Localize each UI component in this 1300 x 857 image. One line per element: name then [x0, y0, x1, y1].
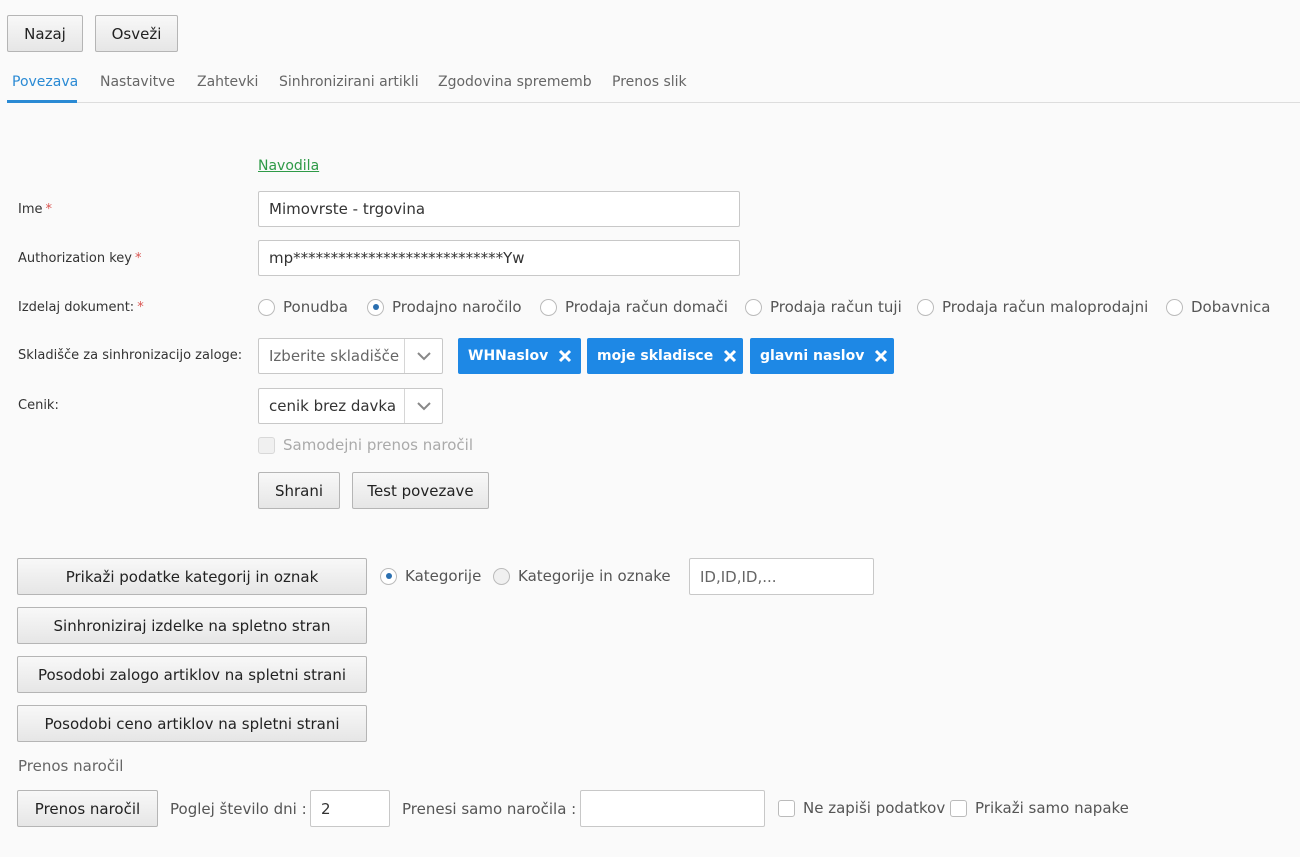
ids-input[interactable]: ID,ID,ID,...	[689, 558, 874, 595]
checkbox-box[interactable]	[950, 799, 967, 817]
test-connection-button[interactable]: Test povezave	[352, 472, 489, 509]
active-tab-indicator	[7, 100, 77, 103]
warehouse-tag-moje-skladisce: moje skladisce	[587, 338, 743, 374]
radio-label: Prodaja račun tuji	[770, 298, 902, 316]
warehouse-select[interactable]: Izberite skladišče	[258, 338, 443, 374]
radio-prodaja-racun-domaci[interactable]: Prodaja račun domači	[540, 298, 728, 316]
tab-zgodovina-sprememb[interactable]: Zgodovina sprememb	[438, 74, 592, 90]
radio-circle[interactable]	[917, 298, 934, 316]
days-label: Poglej število dni :	[170, 800, 307, 818]
radio-circle[interactable]	[380, 567, 397, 585]
tag-label: WHNaslov	[468, 348, 549, 364]
tag-label: glavni naslov	[760, 348, 865, 364]
show-categories-button[interactable]: Prikaži podatke kategorij in oznak	[17, 558, 367, 595]
pricelist-label: Cenik:	[18, 398, 59, 413]
auto-transfer-checkbox: Samodejni prenos naročil	[258, 436, 473, 454]
auth-key-label-text: Authorization key	[18, 251, 132, 266]
required-mark: *	[45, 202, 53, 217]
tab-nastavitve[interactable]: Nastavitve	[100, 74, 175, 90]
help-link[interactable]: Navodila	[258, 158, 319, 174]
tab-prenos-slik[interactable]: Prenos slik	[612, 74, 687, 90]
tab-bar: Povezava Nastavitve Zahtevki Sinhronizir…	[7, 62, 1300, 103]
tab-sinhronizirani-artikli[interactable]: Sinhronizirani artikli	[279, 74, 419, 90]
radio-circle[interactable]	[745, 298, 762, 316]
close-icon[interactable]	[874, 349, 888, 363]
auth-key-input[interactable]: mp****************************Yw	[258, 240, 740, 276]
tag-label: moje skladisce	[597, 348, 714, 364]
radio-kategorije-in-oznake[interactable]: Kategorije in oznake	[493, 567, 671, 585]
name-label: Ime *	[18, 202, 52, 217]
name-label-text: Ime	[18, 202, 43, 217]
radio-label: Kategorije	[405, 567, 482, 585]
radio-label: Prodajno naročilo	[392, 298, 522, 316]
checkbox-box	[258, 436, 275, 454]
radio-dobavnica[interactable]: Dobavnica	[1166, 298, 1270, 316]
warehouse-tag-whnaslov: WHNaslov	[458, 338, 581, 374]
update-stock-button[interactable]: Posodobi zalogo artiklov na spletni stra…	[17, 656, 367, 693]
radio-label: Prodaja račun domači	[565, 298, 728, 316]
no-write-checkbox[interactable]: Ne zapiši podatkov	[778, 799, 945, 817]
radio-prodajno-narocilo[interactable]: Prodajno naročilo	[367, 298, 522, 316]
days-input[interactable]: 2	[310, 790, 390, 827]
close-icon[interactable]	[558, 349, 572, 363]
sync-products-button[interactable]: Sinhroniziraj izdelke na spletno stran	[17, 607, 367, 644]
radio-ponudba[interactable]: Ponudba	[258, 298, 348, 316]
back-button[interactable]: Nazaj	[7, 15, 83, 52]
radio-circle[interactable]	[367, 298, 384, 316]
name-input[interactable]: Mimovrste - trgovina	[258, 191, 740, 227]
radio-label: Kategorije in oznake	[518, 567, 671, 585]
radio-prodaja-racun-maloprodajni[interactable]: Prodaja račun maloprodajni	[917, 298, 1148, 316]
pricelist-value: cenik brez davka	[269, 397, 397, 415]
radio-circle[interactable]	[493, 567, 510, 585]
warehouse-tag-glavni-naslov: glavni naslov	[750, 338, 894, 374]
radio-kategorije[interactable]: Kategorije	[380, 567, 481, 585]
pricelist-select[interactable]: cenik brez davka	[258, 388, 443, 424]
radio-circle[interactable]	[1166, 298, 1183, 316]
radio-label: Prodaja račun maloprodajni	[942, 298, 1149, 316]
refresh-button[interactable]: Osveži	[95, 15, 178, 52]
transfer-orders-button[interactable]: Prenos naročil	[17, 790, 158, 827]
required-mark: *	[137, 300, 144, 315]
chevron-down-icon[interactable]	[405, 339, 442, 373]
checkbox-label: Prikaži samo napake	[975, 799, 1129, 817]
radio-circle[interactable]	[540, 298, 557, 316]
radio-label: Ponudba	[283, 298, 348, 316]
close-icon[interactable]	[723, 349, 737, 363]
orders-section-title: Prenos naročil	[18, 757, 124, 775]
radio-label: Dobavnica	[1191, 298, 1271, 316]
auth-key-label: Authorization key *	[18, 251, 141, 266]
required-mark: *	[134, 251, 142, 266]
document-label: Izdelaj dokument: *	[18, 300, 144, 315]
save-button[interactable]: Shrani	[258, 472, 340, 509]
only-orders-label: Prenesi samo naročila :	[402, 800, 577, 818]
chevron-down-icon[interactable]	[405, 389, 442, 423]
radio-circle[interactable]	[258, 298, 275, 316]
warehouse-label: Skladišče za sinhronizacijo zaloge:	[18, 348, 243, 363]
document-label-text: Izdelaj dokument:	[18, 300, 135, 315]
radio-prodaja-racun-tuji[interactable]: Prodaja račun tuji	[745, 298, 902, 316]
errors-only-checkbox[interactable]: Prikaži samo napake	[950, 799, 1129, 817]
checkbox-label: Samodejni prenos naročil	[283, 436, 474, 454]
tab-zahtevki[interactable]: Zahtevki	[197, 74, 258, 90]
only-orders-input[interactable]	[580, 790, 765, 827]
checkbox-box[interactable]	[778, 799, 795, 817]
warehouse-placeholder: Izberite skladišče	[269, 347, 400, 365]
checkbox-label: Ne zapiši podatkov	[803, 799, 946, 817]
tab-povezava[interactable]: Povezava	[12, 74, 78, 90]
update-price-button[interactable]: Posodobi ceno artiklov na spletni strani	[17, 705, 367, 742]
